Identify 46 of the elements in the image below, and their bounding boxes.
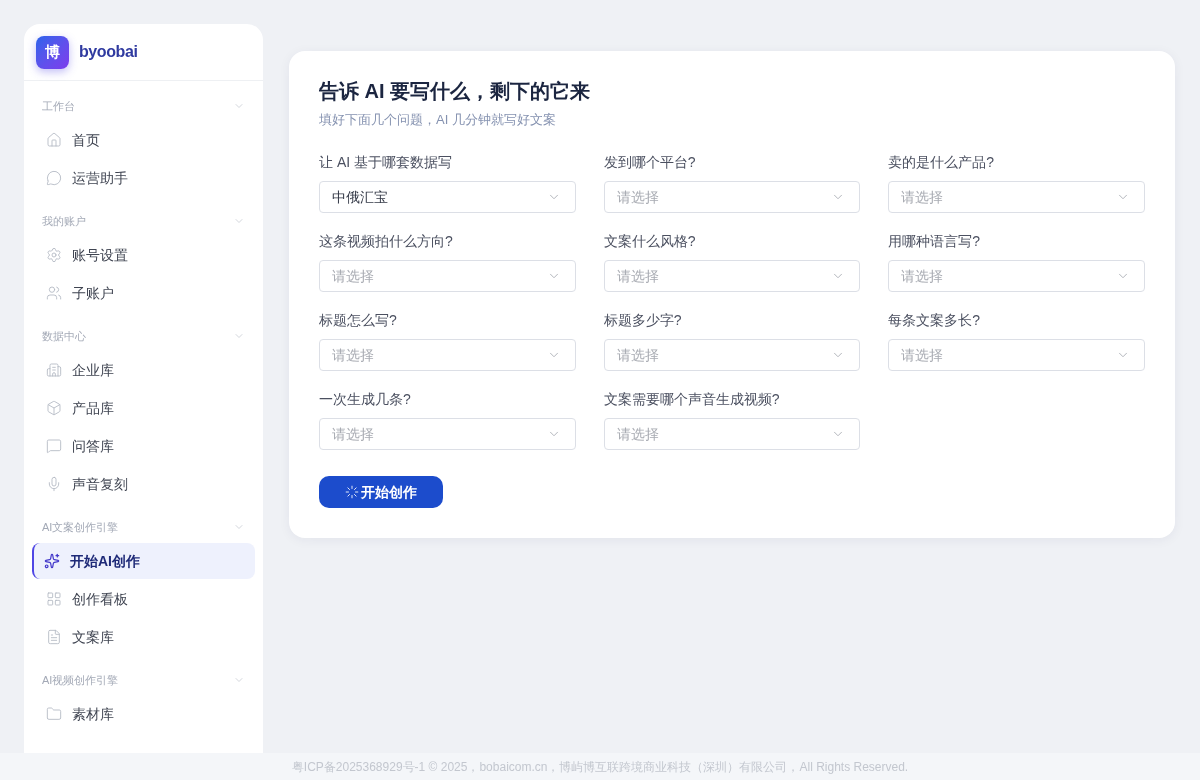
sidebar-item[interactable]: 问答库 bbox=[32, 428, 255, 464]
sidebar-item[interactable]: 账号设置 bbox=[32, 237, 255, 273]
logo-icon: 博 bbox=[36, 35, 69, 69]
section-title: AI文案创作引擎 bbox=[42, 519, 119, 535]
section-title: 工作台 bbox=[42, 98, 75, 114]
sidebar-item[interactable]: 素材库 bbox=[32, 696, 255, 732]
sidebar-item[interactable]: 声音复刻 bbox=[32, 466, 255, 502]
page-title: 告诉 AI 要写什么，剩下的它来 bbox=[319, 79, 592, 104]
sidebar-item[interactable]: 运营助手 bbox=[32, 160, 255, 196]
chat-bubble-icon bbox=[46, 170, 62, 186]
field-label: 标题多少字? bbox=[603, 311, 683, 330]
sidebar-item[interactable]: 企业库 bbox=[32, 352, 255, 388]
gear-icon bbox=[46, 247, 62, 263]
loader-icon bbox=[345, 485, 359, 499]
sidebar-item[interactable]: 文案库 bbox=[32, 619, 255, 655]
field-label: 发到哪个平台? bbox=[603, 153, 697, 172]
sidebar-item[interactable]: 子账户 bbox=[32, 275, 255, 311]
field-label: 标题怎么写? bbox=[319, 311, 398, 330]
microphone-icon bbox=[46, 476, 62, 492]
field-label: 用哪种语言写? bbox=[888, 232, 982, 251]
section-title: AI视频创作引擎 bbox=[42, 672, 119, 688]
cube-icon bbox=[46, 400, 62, 416]
field-label: 一次生成几条? bbox=[319, 390, 412, 409]
document-icon bbox=[46, 629, 62, 645]
page-subtitle: 填好下面几个问题，AI 几分钟就写好文案 bbox=[319, 111, 557, 129]
select-field[interactable]: 中俄汇宝 bbox=[319, 181, 576, 213]
sidebar-item[interactable]: 开始AI创作 bbox=[32, 543, 255, 579]
building-icon bbox=[46, 362, 62, 378]
folder-icon bbox=[46, 706, 62, 722]
field-label: 文案需要哪个声音生成视频? bbox=[603, 390, 781, 409]
sidebar-item[interactable]: 首页 bbox=[32, 122, 255, 158]
grid-icon bbox=[46, 591, 62, 607]
field-label: 文案什么风格? bbox=[603, 232, 697, 251]
sparkles-icon bbox=[44, 553, 60, 569]
section-title: 我的账户 bbox=[42, 213, 86, 229]
field-label: 这条视频拍什么方向? bbox=[319, 232, 454, 251]
field-label: 让 AI 基于哪套数据写 bbox=[319, 153, 453, 172]
sidebar-item[interactable]: 产品库 bbox=[32, 390, 255, 426]
start-creating-button[interactable]: 开始创作 bbox=[319, 476, 443, 508]
section-title: 数据中心 bbox=[42, 328, 86, 344]
brand-name: byoobai bbox=[79, 42, 138, 62]
users-icon bbox=[46, 285, 62, 301]
sidebar-item[interactable]: 创作看板 bbox=[32, 581, 255, 617]
field-label: 每条文案多长? bbox=[888, 311, 982, 330]
field-label: 卖的是什么产品? bbox=[888, 153, 996, 172]
house-icon bbox=[46, 132, 62, 148]
